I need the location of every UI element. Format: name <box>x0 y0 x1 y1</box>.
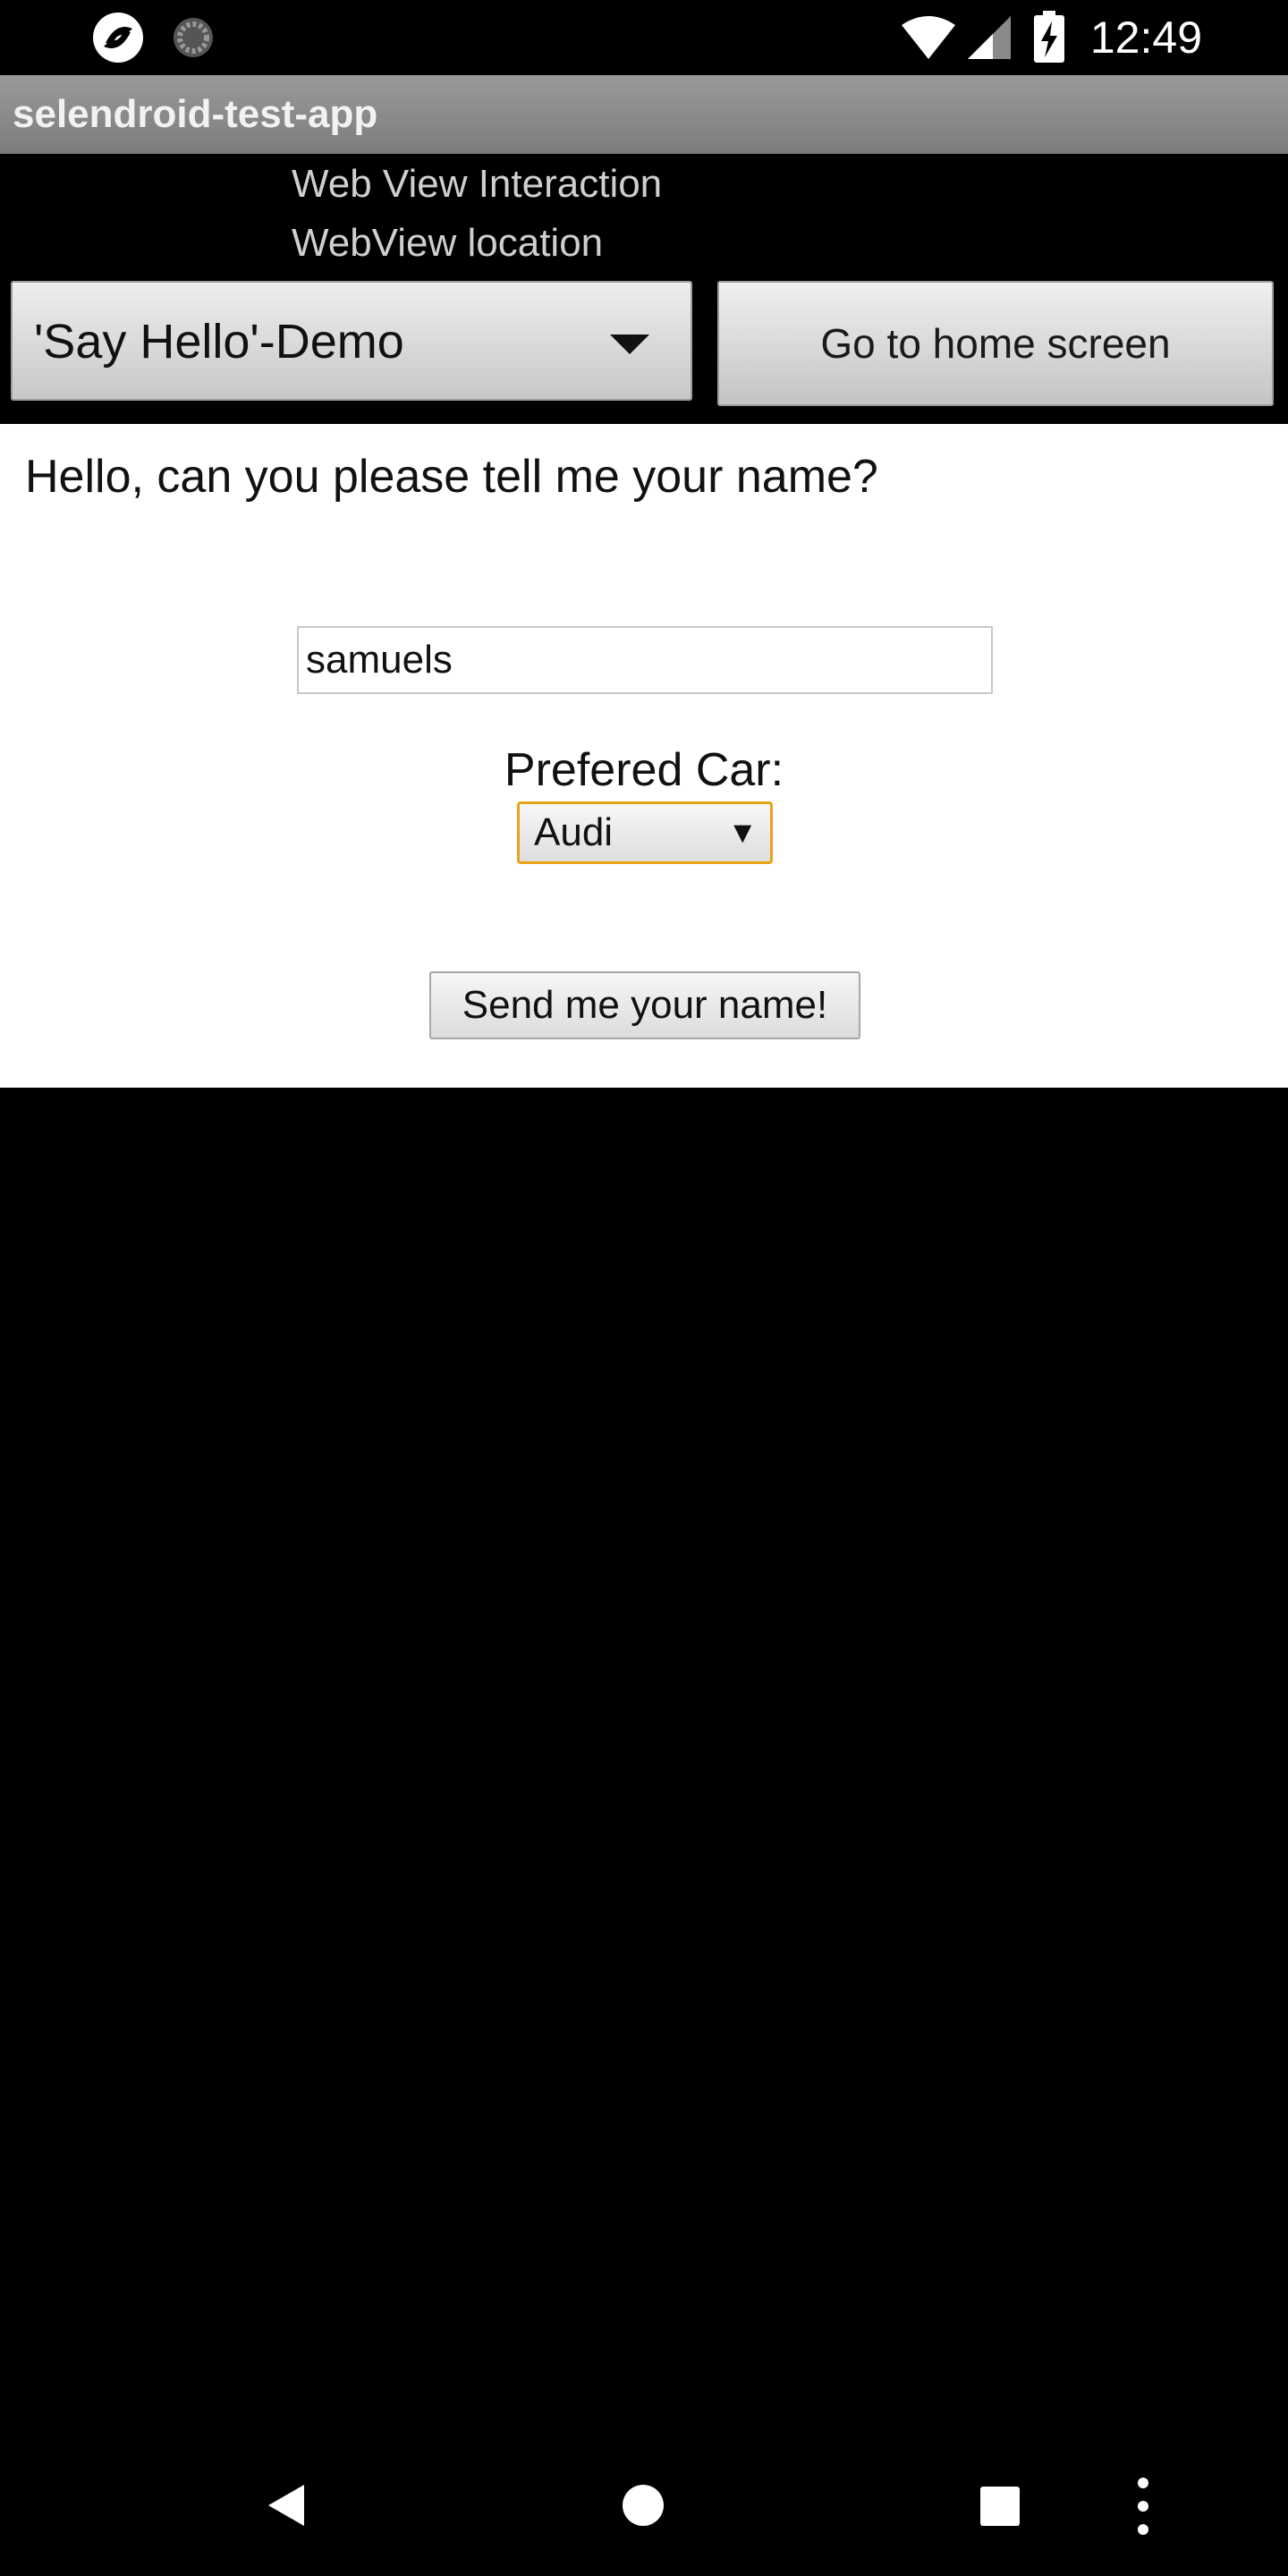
send-name-button[interactable]: Send me your name! <box>429 971 860 1039</box>
navigation-bar <box>0 2433 1288 2576</box>
back-icon[interactable] <box>265 2481 308 2529</box>
subtitle-webview-location: WebView location <box>292 221 604 265</box>
subtitle-web-view-interaction: Web View Interaction <box>292 162 663 206</box>
send-button-label: Send me your name! <box>462 983 828 1027</box>
home-icon[interactable] <box>621 2483 665 2528</box>
status-time: 12:49 <box>1089 13 1202 63</box>
name-question: Hello, can you please tell me your name? <box>25 451 878 503</box>
cell-signal-icon <box>968 16 1011 59</box>
go-to-home-screen-button[interactable]: Go to home screen <box>717 281 1274 406</box>
car-select[interactable]: Audi ▼ <box>517 801 773 864</box>
name-input[interactable]: samuels <box>297 626 993 694</box>
preferred-car-label: Prefered Car: <box>504 744 784 796</box>
app-title: selendroid-test-app <box>13 92 378 136</box>
wifi-icon <box>902 16 955 59</box>
select-arrow-icon: ▼ <box>727 816 758 850</box>
status-bar: 12:49 <box>0 0 1288 75</box>
home-button-label: Go to home screen <box>820 320 1171 367</box>
more-options-icon[interactable] <box>1134 2476 1152 2537</box>
demo-spinner[interactable]: 'Say Hello'-Demo <box>11 281 692 401</box>
car-select-value: Audi <box>534 810 614 854</box>
battery-charging-icon <box>1034 11 1064 63</box>
recents-icon[interactable] <box>980 2487 1020 2526</box>
demo-spinner-label: 'Say Hello'-Demo <box>34 315 404 369</box>
webview: Hello, can you please tell me your name?… <box>0 424 1288 1088</box>
dropdown-arrow-icon <box>610 335 649 354</box>
action-bar: selendroid-test-app <box>0 75 1288 154</box>
app-notification-icon <box>93 13 143 63</box>
sync-icon <box>174 18 213 57</box>
